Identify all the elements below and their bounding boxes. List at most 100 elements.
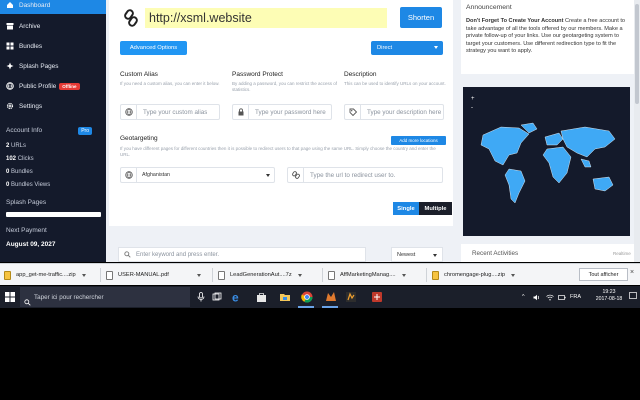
main-content: http://xsml.website Shorten Advanced Opt… <box>106 0 455 262</box>
chevron-down-icon <box>297 273 302 277</box>
password-title: Password Protect <box>232 71 283 78</box>
sidebar-item-settings[interactable]: Settings <box>0 96 106 116</box>
search-placeholder: Enter keyword and press enter. <box>136 251 220 258</box>
search-field[interactable]: Enter keyword and press enter. <box>118 247 366 262</box>
sidebar-item-bundles[interactable]: Bundles <box>0 36 106 56</box>
page-scrollbar[interactable] <box>634 0 640 262</box>
password-field[interactable]: Type your password here <box>232 104 332 120</box>
divider <box>212 268 213 282</box>
windows-start-icon[interactable] <box>3 290 17 304</box>
notifications-icon[interactable] <box>629 292 637 302</box>
advanced-options-button[interactable]: Advanced Options <box>120 41 187 55</box>
description-field[interactable]: Type your description here <box>344 104 444 120</box>
sort-select[interactable]: Newest <box>391 247 443 262</box>
screen: Dashboard Archive Bundles Splash Pages P… <box>0 0 640 400</box>
custom-alias-field[interactable]: Type your custom alias <box>120 104 220 120</box>
sidebar-item-splash-pages[interactable]: Splash Pages <box>0 56 106 76</box>
home-icon <box>6 1 14 9</box>
download-item[interactable]: app_get-me-traffic....zip <box>4 268 86 282</box>
download-item[interactable]: LeadGenerationAut....7z <box>218 268 302 282</box>
scrollbar-thumb[interactable] <box>635 4 639 104</box>
country-value: Afghanistan <box>142 172 170 178</box>
active-app-indicator <box>322 306 338 308</box>
zoom-out-button[interactable]: - <box>471 105 473 111</box>
link-icon <box>123 9 139 27</box>
store-icon[interactable] <box>254 290 268 304</box>
zoom-in-button[interactable]: + <box>471 96 475 102</box>
sidebar-item-label: Public Profile <box>19 82 57 90</box>
wifi-icon[interactable] <box>546 294 554 303</box>
explorer-icon[interactable] <box>278 290 292 304</box>
search-icon <box>124 251 131 258</box>
download-item[interactable]: AffMarketingManag.... <box>328 268 406 282</box>
taskbar-search[interactable]: Taper ici pour rechercher <box>20 287 190 307</box>
edge-browser-icon[interactable]: e <box>230 290 244 304</box>
sidebar-item-dashboard[interactable]: Dashboard <box>0 0 106 14</box>
app-icon[interactable] <box>344 290 358 304</box>
notification-chevron-icon[interactable]: ^ <box>522 294 525 300</box>
custom-alias-title: Custom Alias <box>120 71 158 78</box>
single-mode-button[interactable]: Single <box>393 202 419 215</box>
announcement-title: Don't Forget To Create Your Account <box>466 18 564 24</box>
chrome-icon[interactable] <box>300 290 314 304</box>
show-all-downloads-button[interactable]: Tout afficher <box>579 268 628 281</box>
download-name: USER-MANUAL.pdf <box>118 272 169 278</box>
add-location-button[interactable]: Add more locations <box>391 136 446 145</box>
splash-pages-bar <box>6 212 101 217</box>
divider <box>100 268 101 282</box>
link-icon <box>288 168 304 182</box>
battery-icon[interactable] <box>558 294 566 303</box>
archive-icon <box>6 22 14 30</box>
stat-clicks: 102 Clicks <box>6 156 34 162</box>
geo-url-field[interactable]: Type the url to redirect user to. <box>287 167 443 183</box>
app-icon[interactable] <box>324 290 338 304</box>
close-icon[interactable]: × <box>630 269 634 276</box>
country-select[interactable]: Afghanistan <box>120 167 275 183</box>
sidebar-item-label: Bundles <box>19 42 43 50</box>
bundles-icon <box>6 42 14 50</box>
url-input[interactable]: http://xsml.website <box>145 8 387 28</box>
recent-activities-title: Recent Activities <box>472 250 519 257</box>
sidebar-item-archive[interactable]: Archive <box>0 16 106 36</box>
archive-file-icon <box>218 270 225 280</box>
description-placeholder: Type your description here <box>367 108 442 116</box>
downloads-bar: app_get-me-traffic....zip USER-MANUAL.pd… <box>0 263 640 285</box>
shortener-card: http://xsml.website Shorten Advanced Opt… <box>109 0 453 226</box>
geotargeting-title: Geotargeting <box>120 135 158 142</box>
description-title: Description <box>344 71 377 78</box>
announcement-text: Don't Forget To Create Your Account Crea… <box>466 18 630 56</box>
shorten-button[interactable]: Shorten <box>400 7 442 28</box>
chevron-down-icon <box>196 273 201 277</box>
chevron-down-icon <box>266 174 270 177</box>
account-info-heading: Account Info <box>6 127 43 134</box>
download-item[interactable]: USER-MANUAL.pdf <box>106 268 201 282</box>
redirect-type-select[interactable]: Direct <box>371 41 443 55</box>
chevron-down-icon <box>433 254 437 257</box>
stat-bundles: 0 Bundles <box>6 169 33 175</box>
stat-urls: 2 URLs <box>6 143 27 149</box>
password-placeholder: Type your password here <box>255 108 326 116</box>
geotargeting-desc: If you have different pages for differen… <box>120 146 436 157</box>
custom-alias-desc: If you need a custom alias, you can ente… <box>120 81 220 86</box>
password-desc: By adding a password, you can restrict t… <box>232 81 338 92</box>
world-map[interactable]: + - <box>463 87 630 236</box>
taskbar-search-placeholder: Taper ici pour rechercher <box>34 293 104 301</box>
pro-badge: Pro <box>78 127 92 135</box>
taskbar-clock[interactable]: 19:23 2017-08-18 <box>591 289 627 303</box>
microphone-icon[interactable] <box>194 290 208 304</box>
clock-date: 2017-08-18 <box>595 296 623 302</box>
divider <box>322 268 323 282</box>
language-indicator[interactable]: FRA <box>570 294 581 300</box>
volume-icon[interactable] <box>533 294 541 303</box>
sort-value: Newest <box>397 251 416 258</box>
task-view-icon[interactable] <box>210 290 224 304</box>
stat-bundle-views: 0 Bundles Views <box>6 182 51 188</box>
file-icon <box>328 270 335 280</box>
download-item[interactable]: chromengage-plug....zip <box>432 268 516 282</box>
sidebar-item-public-profile[interactable]: Public Profile Offline <box>0 76 106 96</box>
app-icon[interactable] <box>370 290 384 304</box>
splash-icon <box>6 62 14 70</box>
globe-icon <box>121 105 137 119</box>
multiple-mode-button[interactable]: Multiple <box>419 202 452 215</box>
right-panel: Announcement Don't Forget To Create Your… <box>455 0 640 262</box>
